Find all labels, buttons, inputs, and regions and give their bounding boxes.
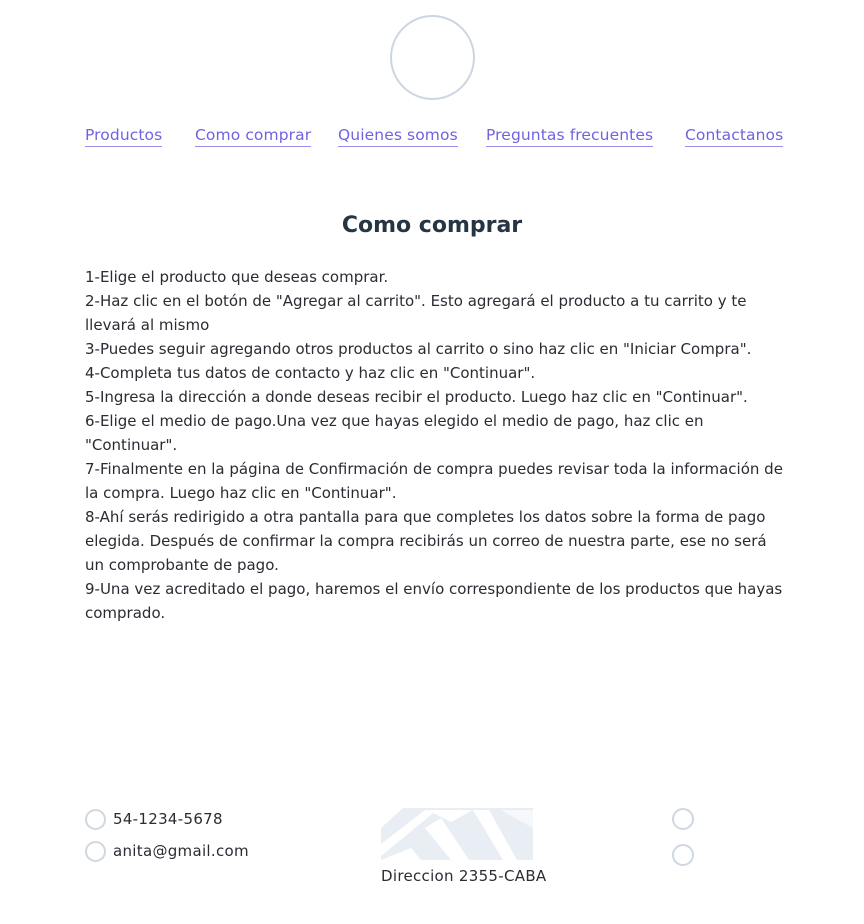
logo[interactable] (390, 15, 475, 100)
step-item: 7-Finalmente en la página de Confirmació… (85, 460, 783, 502)
step-item: 8-Ahí serás redirigido a otra pantalla p… (85, 508, 767, 574)
social-icon-2[interactable] (672, 844, 694, 866)
footer-phone: 54-1234-5678 (85, 808, 223, 830)
step-item: 5-Ingresa la dirección a donde deseas re… (85, 388, 748, 406)
email-text: anita@gmail.com (113, 842, 249, 860)
main-nav: Productos Como comprar Quienes somos Pre… (0, 126, 864, 150)
social-icon-1[interactable] (672, 808, 694, 830)
phone-text: 54-1234-5678 (113, 810, 223, 828)
nav-link-productos[interactable]: Productos (85, 126, 163, 147)
step-item: 1-Elige el producto que deseas comprar. (85, 268, 389, 286)
step-item: 6-Elige el medio de pago.Una vez que hay… (85, 412, 704, 454)
step-item: 4-Completa tus datos de contacto y haz c… (85, 364, 536, 382)
step-item: 2-Haz clic en el botón de "Agregar al ca… (85, 292, 747, 334)
footer-address: Direccion 2355-CABA (381, 867, 547, 885)
nav-link-quienes-somos[interactable]: Quienes somos (338, 126, 458, 147)
map-image[interactable] (381, 808, 533, 860)
step-item: 3-Puedes seguir agregando otros producto… (85, 340, 752, 358)
nav-link-como-comprar[interactable]: Como comprar (195, 126, 312, 147)
nav-link-preguntas-frecuentes[interactable]: Preguntas frecuentes (486, 126, 654, 147)
nav-link-contactanos[interactable]: Contactanos (685, 126, 784, 147)
steps-list: 1-Elige el producto que deseas comprar. … (85, 265, 785, 625)
email-icon (85, 840, 106, 862)
page-title: Como comprar (341, 213, 523, 238)
phone-icon (85, 808, 106, 830)
map-icon (381, 808, 533, 860)
step-item: 9-Una vez acreditado el pago, haremos el… (85, 580, 783, 622)
footer-email: anita@gmail.com (85, 840, 249, 862)
